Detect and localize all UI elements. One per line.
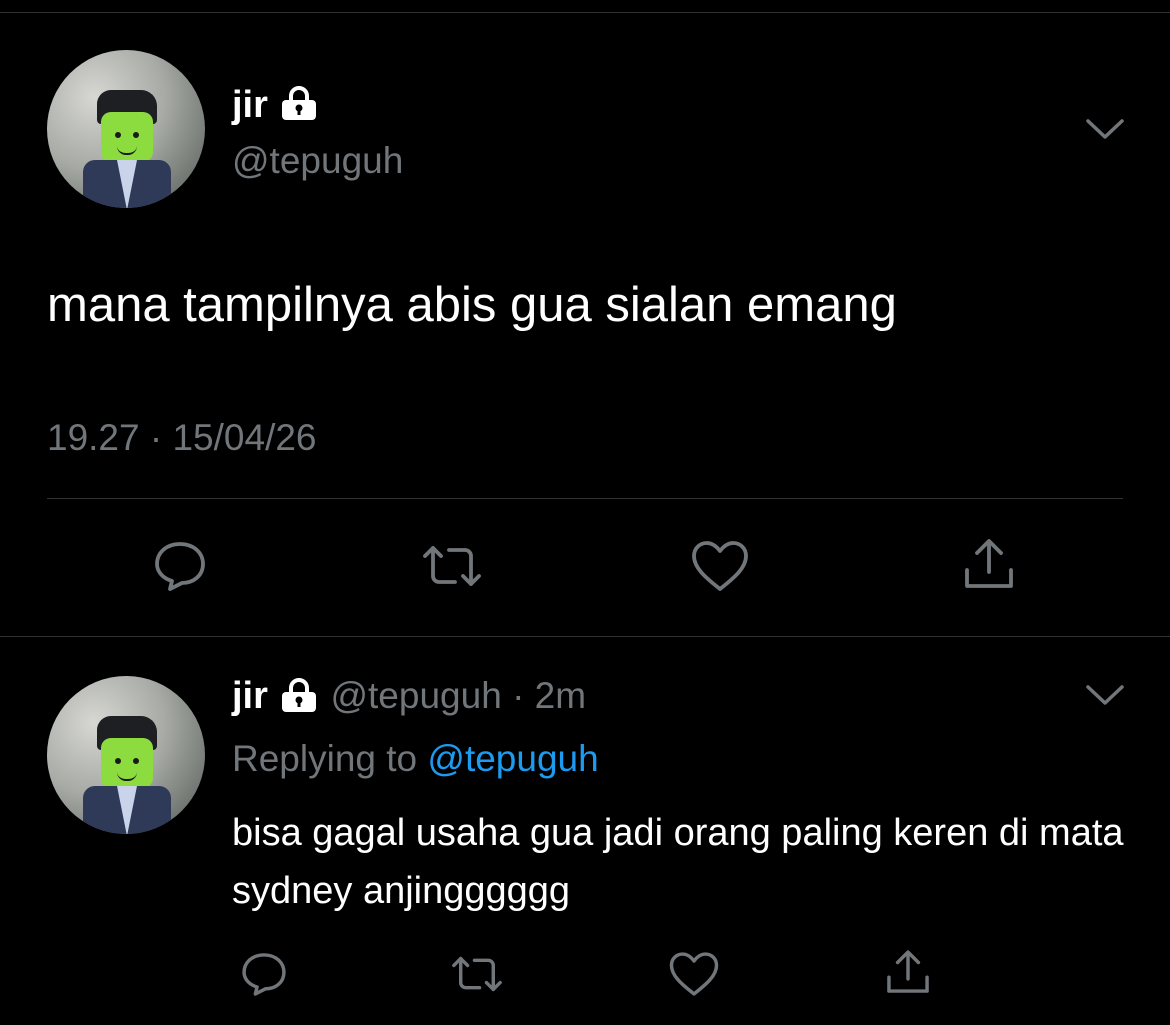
like-icon[interactable] bbox=[666, 948, 722, 1000]
retweet-icon[interactable] bbox=[417, 536, 487, 596]
retweet-icon[interactable] bbox=[447, 948, 507, 1000]
tweet-time: 19.27 bbox=[47, 417, 140, 458]
replying-prefix: Replying to bbox=[232, 738, 418, 779]
reply-header: jir @tepuguh · 2m bbox=[232, 677, 586, 718]
tweet-date: 15/04/26 bbox=[172, 417, 317, 458]
reply-display-name[interactable]: jir bbox=[232, 675, 268, 717]
display-name[interactable]: jir bbox=[232, 86, 320, 127]
reply-icon[interactable] bbox=[150, 536, 210, 596]
top-divider bbox=[0, 12, 1170, 13]
replying-handle-link[interactable]: @tepuguh bbox=[427, 738, 598, 779]
reply-text: bisa gagal usaha gua jadi orang paling k… bbox=[232, 812, 1124, 912]
tweet-divider bbox=[0, 636, 1170, 637]
share-icon[interactable] bbox=[880, 946, 936, 998]
tweet-timestamp[interactable]: 19.27 · 15/04/26 bbox=[47, 419, 317, 456]
like-icon[interactable] bbox=[688, 536, 752, 596]
handle[interactable]: @tepuguh bbox=[232, 142, 403, 179]
reply-icon[interactable] bbox=[238, 948, 290, 1000]
reply-avatar[interactable] bbox=[47, 676, 205, 834]
meta-separator: · bbox=[149, 417, 163, 458]
lock-icon bbox=[278, 86, 320, 127]
reply-handle[interactable]: @tepuguh bbox=[330, 675, 501, 716]
tweet-text: mana tampilnya abis gua sialan emang bbox=[47, 278, 897, 332]
tweet-meta-divider bbox=[47, 498, 1123, 499]
reply-age: 2m bbox=[534, 675, 587, 716]
replying-to: Replying to @tepuguh bbox=[232, 740, 599, 777]
share-icon[interactable] bbox=[957, 534, 1021, 594]
chevron-down-icon[interactable] bbox=[1084, 117, 1126, 143]
chevron-down-icon[interactable] bbox=[1084, 683, 1126, 709]
lock-icon bbox=[278, 678, 320, 718]
reply-separator: · bbox=[512, 675, 525, 716]
avatar[interactable] bbox=[47, 50, 205, 208]
display-name-text: jir bbox=[232, 84, 268, 126]
